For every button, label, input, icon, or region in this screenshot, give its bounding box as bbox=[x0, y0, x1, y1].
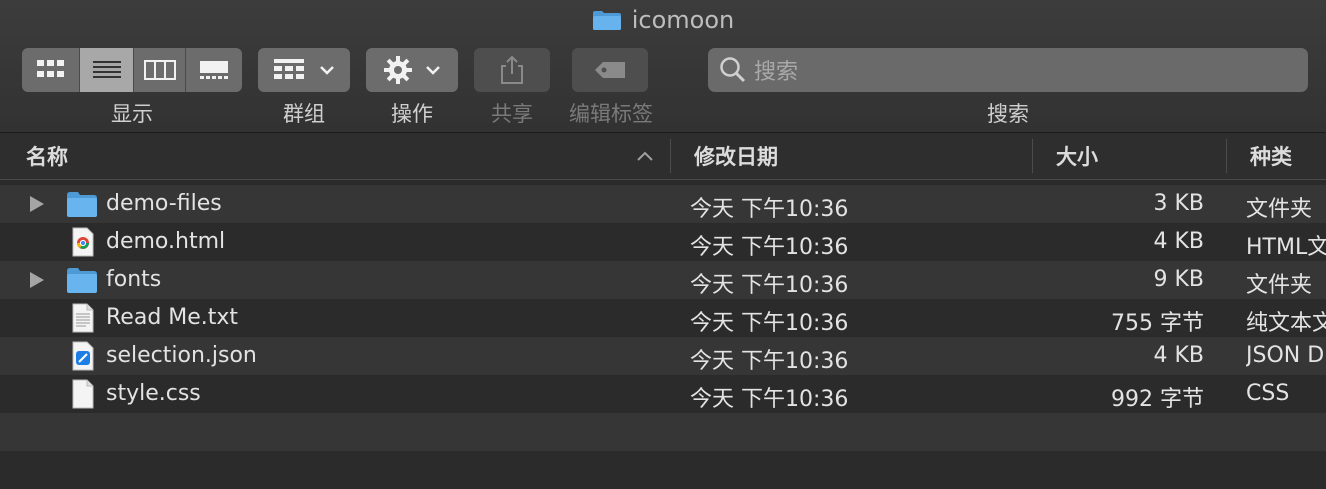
group-label: 群组 bbox=[283, 102, 325, 126]
icon-view-button[interactable] bbox=[22, 48, 80, 92]
empty-row bbox=[0, 451, 1326, 489]
file-date: 今天 下午10:36 bbox=[690, 349, 849, 374]
title-bar: icomoon bbox=[0, 0, 1326, 40]
date-column-header[interactable]: 修改日期 bbox=[682, 133, 1032, 179]
file-kind: HTML文 bbox=[1246, 235, 1326, 260]
tag-icon bbox=[595, 62, 625, 78]
file-size: 3 KB bbox=[1153, 191, 1204, 216]
group-button[interactable] bbox=[258, 48, 350, 92]
column-divider[interactable] bbox=[1032, 139, 1033, 173]
file-row[interactable]: demo.html 今天 下午10:36 4 KB HTML文 bbox=[0, 223, 1326, 261]
file-row[interactable]: demo-files 今天 下午10:36 3 KB 文件夹 bbox=[0, 185, 1326, 223]
empty-row bbox=[0, 413, 1326, 451]
file-kind: 文件夹 bbox=[1246, 273, 1313, 298]
list-view-button[interactable] bbox=[80, 48, 134, 92]
search-label: 搜索 bbox=[987, 102, 1029, 126]
blank-document-icon bbox=[72, 379, 94, 409]
share-control bbox=[474, 48, 550, 92]
view-mode-control bbox=[22, 48, 242, 92]
gallery-view-button[interactable] bbox=[186, 48, 242, 92]
gallery-icon bbox=[200, 61, 228, 79]
text-document-icon bbox=[72, 303, 94, 333]
file-date: 今天 下午10:36 bbox=[690, 197, 849, 222]
chrome-html-icon bbox=[72, 227, 94, 257]
column-divider[interactable] bbox=[670, 139, 671, 173]
file-name: demo-files bbox=[106, 191, 222, 216]
file-name: Read Me.txt bbox=[106, 305, 239, 330]
column-view-button[interactable] bbox=[134, 48, 186, 92]
view-label: 显示 bbox=[111, 102, 153, 126]
name-column-label: 名称 bbox=[26, 145, 68, 169]
date-column-label: 修改日期 bbox=[694, 145, 778, 169]
file-row[interactable]: selection.json 今天 下午10:36 4 KB JSON D bbox=[0, 337, 1326, 375]
file-kind: JSON D bbox=[1246, 343, 1325, 368]
file-size: 992 字节 bbox=[1111, 387, 1204, 412]
file-date: 今天 下午10:36 bbox=[690, 311, 849, 336]
file-date: 今天 下午10:36 bbox=[690, 235, 849, 260]
size-column-header[interactable]: 大小 bbox=[1044, 133, 1226, 179]
finder-window: icomoon 显示 群组 操作 共享 编辑标签 搜索 搜索 名称 修改日期 大… bbox=[0, 0, 1326, 489]
file-list: demo-files 今天 下午10:36 3 KB 文件夹 demo.html… bbox=[0, 185, 1326, 489]
tags-control bbox=[572, 48, 648, 92]
grid-icon bbox=[36, 60, 64, 77]
edit-tags-button[interactable] bbox=[572, 48, 648, 92]
kind-column-header[interactable]: 种类 bbox=[1238, 133, 1326, 179]
file-name: selection.json bbox=[106, 343, 257, 368]
file-name: style.css bbox=[106, 381, 201, 406]
file-kind: 纯文本文 bbox=[1246, 311, 1326, 336]
search-placeholder: 搜索 bbox=[754, 60, 799, 85]
file-date: 今天 下午10:36 bbox=[690, 273, 849, 298]
share-icon bbox=[501, 55, 523, 84]
file-kind: 文件夹 bbox=[1246, 197, 1313, 222]
chevron-down-icon bbox=[320, 66, 334, 75]
kind-column-label: 种类 bbox=[1250, 145, 1292, 169]
folder-icon bbox=[592, 11, 621, 30]
file-size: 4 KB bbox=[1153, 343, 1204, 368]
file-row[interactable]: style.css 今天 下午10:36 992 字节 CSS bbox=[0, 375, 1326, 413]
search-icon bbox=[720, 57, 746, 83]
json-document-icon bbox=[72, 341, 94, 371]
name-column-header[interactable]: 名称 bbox=[14, 133, 670, 179]
file-row[interactable]: Read Me.txt 今天 下午10:36 755 字节 纯文本文 bbox=[0, 299, 1326, 337]
file-size: 4 KB bbox=[1153, 229, 1204, 254]
list-icon bbox=[92, 61, 121, 78]
file-size: 755 字节 bbox=[1111, 311, 1204, 336]
disclosure-triangle-icon[interactable] bbox=[30, 196, 44, 212]
file-name: fonts bbox=[106, 267, 162, 292]
toolbar: icomoon 显示 群组 操作 共享 编辑标签 搜索 搜索 bbox=[0, 0, 1326, 133]
folder-icon bbox=[67, 268, 97, 293]
share-button[interactable] bbox=[474, 48, 550, 92]
size-column-label: 大小 bbox=[1056, 145, 1098, 169]
disclosure-triangle-icon[interactable] bbox=[30, 272, 44, 288]
file-size: 9 KB bbox=[1153, 267, 1204, 292]
action-label: 操作 bbox=[391, 102, 433, 126]
edit-tags-label: 编辑标签 bbox=[569, 102, 653, 126]
share-label: 共享 bbox=[491, 102, 533, 126]
folder-icon bbox=[67, 192, 97, 217]
chevron-down-icon bbox=[426, 66, 440, 75]
action-button[interactable] bbox=[366, 48, 458, 92]
file-row[interactable]: fonts 今天 下午10:36 9 KB 文件夹 bbox=[0, 261, 1326, 299]
gear-icon bbox=[384, 56, 412, 84]
group-control bbox=[258, 48, 350, 92]
columns-icon bbox=[143, 60, 176, 80]
group-grid-icon bbox=[274, 59, 304, 79]
file-kind: CSS bbox=[1246, 381, 1290, 406]
column-divider[interactable] bbox=[1226, 139, 1227, 173]
window-title: icomoon bbox=[631, 6, 735, 34]
file-name: demo.html bbox=[106, 229, 226, 254]
action-control bbox=[366, 48, 458, 92]
file-date: 今天 下午10:36 bbox=[690, 387, 849, 412]
sort-ascending-icon bbox=[637, 151, 653, 161]
column-header-row: 名称 修改日期 大小 种类 bbox=[0, 133, 1326, 180]
search-field[interactable]: 搜索 bbox=[708, 48, 1308, 92]
